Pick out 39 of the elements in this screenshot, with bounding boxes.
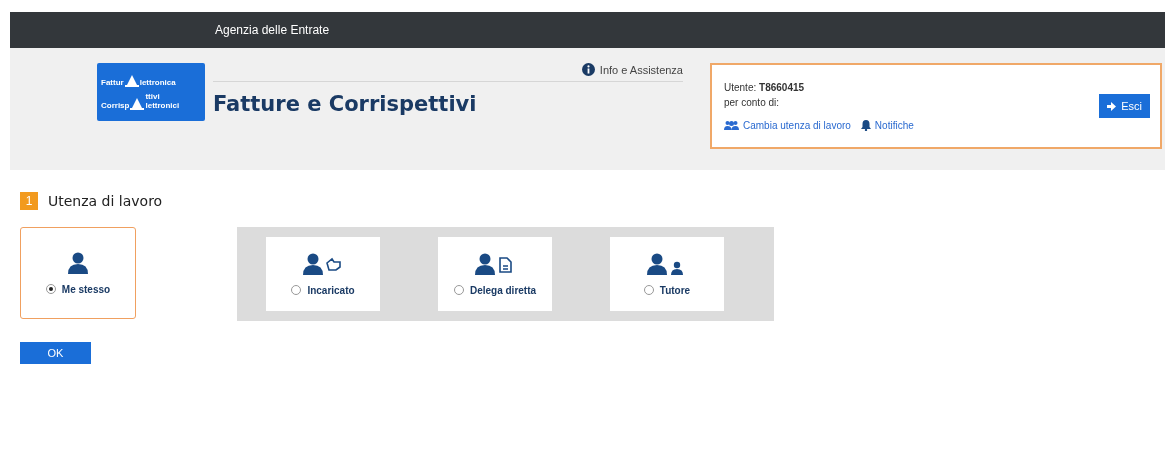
step-badge: 1 [20,192,38,210]
site-title: Agenzia delle Entrate [215,23,330,37]
logout-button[interactable]: Esci [1099,94,1150,118]
user-label: Utente: [724,81,757,93]
app-title: Fatture e Corrispettivi [213,92,478,116]
logo-text: ttivi [145,93,161,101]
option-label: Delega diretta [469,284,537,296]
info-icon [581,63,595,76]
option-label: Me stesso [61,283,111,295]
option-card[interactable]: Me stesso [20,227,136,319]
person-with-hand-icon [303,252,343,275]
radio-button[interactable] [453,285,464,295]
logo-text: Fattur [101,79,124,87]
option-card[interactable]: Tutore [610,237,724,311]
notifications-link[interactable]: Notifiche [860,119,914,131]
users-icon [724,119,739,131]
logo-badge[interactable]: Fattur lettronica Corrisp ttivi lettronici [97,63,205,121]
radio-button[interactable] [291,285,302,295]
on-behalf-label: per conto di: [724,96,780,108]
radio-button[interactable] [45,284,56,294]
person-icon [68,251,88,274]
option-label: Incaricato [307,284,355,296]
letter-mark-icon [130,97,145,110]
option-card[interactable]: Delega diretta [438,237,552,311]
person-with-document-icon [475,252,515,275]
radio-button[interactable] [643,285,654,295]
info-link[interactable]: Info e Assistenza [581,63,683,76]
logo-text: lettronici [145,102,180,110]
bell-icon [860,119,871,131]
option-label: Tutore [659,284,691,296]
option-card[interactable]: Incaricato [266,237,380,311]
step-title: Utenza di lavoro [48,193,163,209]
letter-mark-icon [124,74,139,87]
ok-button[interactable]: OK [20,342,91,364]
user-id: T8660415 [759,81,805,93]
logo-text: Corrisp [101,102,130,110]
logo-text: lettronica [139,79,176,87]
change-user-link[interactable]: Cambia utenza di lavoro [724,119,851,131]
logout-icon [1107,101,1118,111]
